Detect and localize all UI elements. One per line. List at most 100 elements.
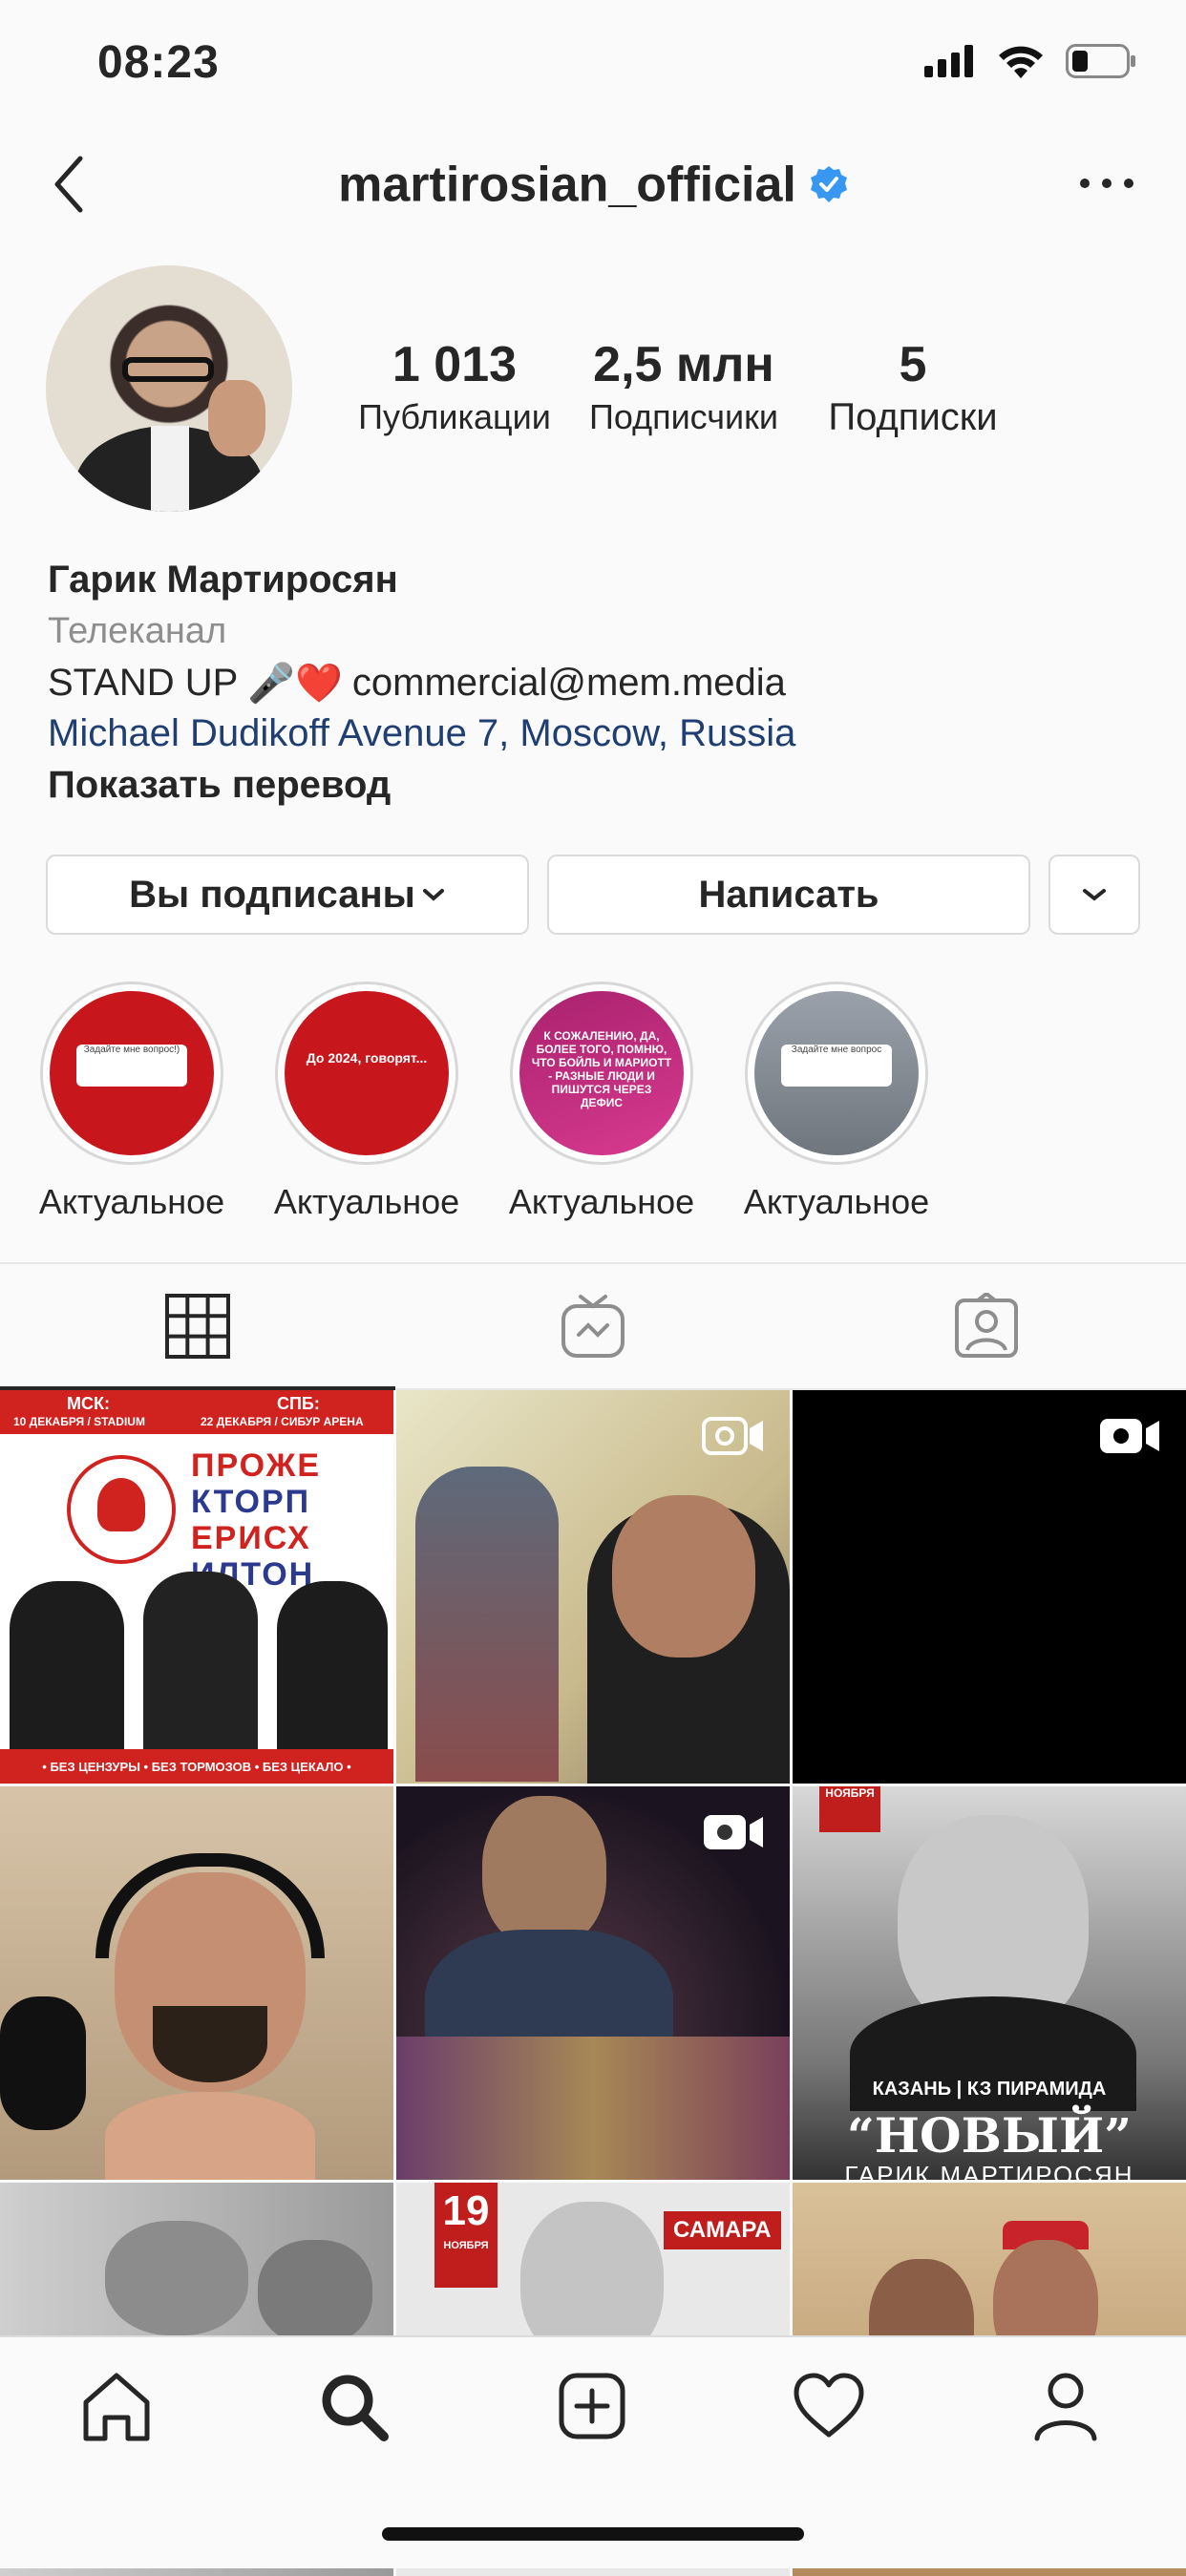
person-figure — [415, 1467, 559, 1782]
signal-icon — [924, 45, 973, 77]
status-icons — [924, 42, 1136, 80]
bio-line-prefix: STAND UP — [48, 662, 239, 704]
highlight-ring: Задайте мне вопрос!) — [40, 982, 223, 1165]
highlight-ring: Задайте мне вопрос — [745, 982, 928, 1165]
post-tile-2[interactable] — [396, 1390, 790, 1784]
search-icon[interactable] — [315, 2368, 392, 2444]
person-face — [612, 1495, 755, 1658]
highlight-card: Задайте мне вопрос!) — [76, 1045, 187, 1087]
tabs-divider — [0, 1262, 1186, 1264]
stat-posts-value: 1 013 — [392, 337, 518, 392]
highlight-cover: До 2024, говорят... — [285, 991, 449, 1155]
highlight-label: Актуальное — [743, 1182, 930, 1221]
tile-header-banner: МСК: 10 ДЕКАБРЯ / STADIUM СПБ: 22 ДЕКАБР… — [0, 1390, 393, 1434]
highlight-ring: До 2024, говорят... — [275, 982, 458, 1165]
tile-show-title: “НОВЫЙ” — [847, 2107, 1132, 2164]
headphones — [95, 1853, 325, 1958]
tile-city-label: САМАРА — [664, 2211, 781, 2249]
highlight-label: Актуальное — [508, 1182, 695, 1221]
stat-followers-value: 2,5 млн — [593, 337, 774, 392]
status-time: 08:23 — [97, 37, 220, 88]
tile-date-2: 22 ДЕКАБРЯ / СИБУР АРЕНА — [201, 1415, 364, 1428]
home-indicator — [382, 2527, 804, 2541]
tile-footer: • БЕЗ ЦЕНЗУРЫ • БЕЗ ТОРМОЗОВ • БЕЗ ЦЕКАЛ… — [0, 1749, 393, 1784]
profile-icon[interactable] — [1027, 2368, 1104, 2444]
battery-icon — [1066, 44, 1135, 78]
avatar-glasses — [122, 357, 214, 382]
stat-posts-label: Публикации — [358, 397, 551, 436]
highlight-3[interactable]: К СОЖАЛЕНИЮ, ДА, БОЛЕЕ ТОГО, ПОМНЮ, ЧТО … — [508, 982, 695, 1222]
person-silhouette — [277, 1581, 388, 1763]
bio-address-link[interactable]: Michael Dudikoff Avenue 7, Moscow, Russi… — [48, 712, 795, 755]
verified-badge-icon — [810, 166, 847, 203]
chevron-down-icon — [1083, 889, 1106, 901]
stat-following-value: 5 — [899, 337, 927, 392]
highlight-card: Задайте мне вопрос — [781, 1045, 892, 1087]
title-line: КТОРП — [191, 1484, 311, 1520]
avatar-hand — [208, 380, 265, 456]
more-options-icon[interactable] — [1075, 174, 1138, 193]
microphone — [0, 1996, 86, 2130]
tile-date-ribbon: НОЯБРЯ — [819, 1786, 880, 1832]
title-line: ПРОЖЕ — [191, 1447, 322, 1484]
post-tile-5[interactable] — [396, 1786, 790, 2180]
person-silhouette — [143, 1572, 258, 1763]
highlight-cover: Задайте мне вопрос!) — [50, 991, 214, 1155]
video-camera-icon — [1100, 1419, 1159, 1453]
person-face — [482, 1796, 606, 1949]
tile-city-2: СПБ: — [277, 1394, 320, 1413]
bulb-logo-icon — [67, 1455, 176, 1564]
message-button-label: Написать — [698, 873, 879, 916]
highlight-label: Актуальное — [38, 1182, 225, 1221]
highlight-1[interactable]: Задайте мне вопрос!) Актуальное — [38, 982, 225, 1222]
stat-following-label: Подписки — [828, 396, 998, 438]
drum-kit — [396, 2037, 790, 2180]
post-tile-6[interactable]: НОЯБРЯ КАЗАНЬ | КЗ ПИРАМИДА “НОВЫЙ” ГАРИ… — [793, 1786, 1186, 2180]
igtv-icon[interactable] — [560, 1293, 626, 1360]
suggested-toggle-button[interactable] — [1048, 855, 1140, 935]
profile-username: martirosian_official — [0, 153, 1186, 213]
stat-followers[interactable]: 2,5 млн Подписчики — [579, 336, 789, 441]
post-tile-4[interactable] — [0, 1786, 393, 2180]
following-button[interactable]: Вы подписаны — [46, 855, 529, 935]
show-translation-link[interactable]: Показать перевод — [48, 764, 391, 807]
highlight-ring: К СОЖАЛЕНИЮ, ДА, БОЛЕЕ ТОГО, ПОМНЮ, ЧТО … — [510, 982, 693, 1165]
profile-avatar[interactable] — [46, 265, 292, 512]
bio-name: Гарик Мартиросян — [48, 559, 398, 601]
tile-city-1: МСК: — [67, 1394, 110, 1413]
video-camera-icon — [704, 1815, 763, 1849]
person-face — [258, 2240, 372, 2345]
tile-venue: КАЗАНЬ | КЗ ПИРАМИДА — [872, 2079, 1107, 2100]
person-silhouette — [10, 1581, 124, 1763]
tile-date-badge: 19 НОЯБРЯ — [434, 2183, 498, 2288]
message-button[interactable]: Написать — [547, 855, 1030, 935]
video-camera-icon — [702, 1417, 763, 1455]
avatar-shirt — [151, 426, 189, 512]
person-beard — [153, 2006, 267, 2082]
highlight-4[interactable]: Задайте мне вопрос Актуальное — [743, 982, 930, 1222]
activity-heart-icon[interactable] — [791, 2368, 867, 2444]
stat-following[interactable]: 5 Подписки — [808, 336, 1018, 441]
post-tile-3[interactable] — [793, 1390, 1186, 1784]
tile-date-1: 10 ДЕКАБРЯ / STADIUM — [13, 1415, 145, 1428]
highlight-label: Актуальное — [273, 1182, 460, 1221]
bio-emojis: 🎤❤️ — [247, 663, 343, 705]
tile-date-day: 19 — [442, 2187, 490, 2234]
highlight-2[interactable]: До 2024, говорят... Актуальное — [273, 982, 460, 1222]
stat-followers-label: Подписчики — [588, 397, 779, 436]
home-icon[interactable] — [78, 2368, 155, 2444]
new-post-icon[interactable] — [554, 2368, 630, 2444]
person-face — [105, 2221, 248, 2335]
stat-posts[interactable]: 1 013 Публикации — [349, 336, 560, 441]
username-text: martirosian_official — [338, 157, 796, 213]
tagged-icon[interactable] — [953, 1293, 1020, 1360]
following-button-label: Вы подписаны — [129, 873, 415, 916]
highlight-card: До 2024, говорят... — [306, 1050, 428, 1066]
post-tile-1[interactable]: МСК: 10 ДЕКАБРЯ / STADIUM СПБ: 22 ДЕКАБР… — [0, 1390, 393, 1784]
chevron-down-icon — [422, 889, 444, 901]
person-shoulders — [105, 2092, 315, 2180]
grid-icon[interactable] — [164, 1293, 231, 1360]
highlight-cover: Задайте мне вопрос — [754, 991, 919, 1155]
bio-email[interactable]: commercial@mem.media — [352, 662, 786, 705]
tile-date-month: НОЯБРЯ — [443, 2240, 489, 2251]
